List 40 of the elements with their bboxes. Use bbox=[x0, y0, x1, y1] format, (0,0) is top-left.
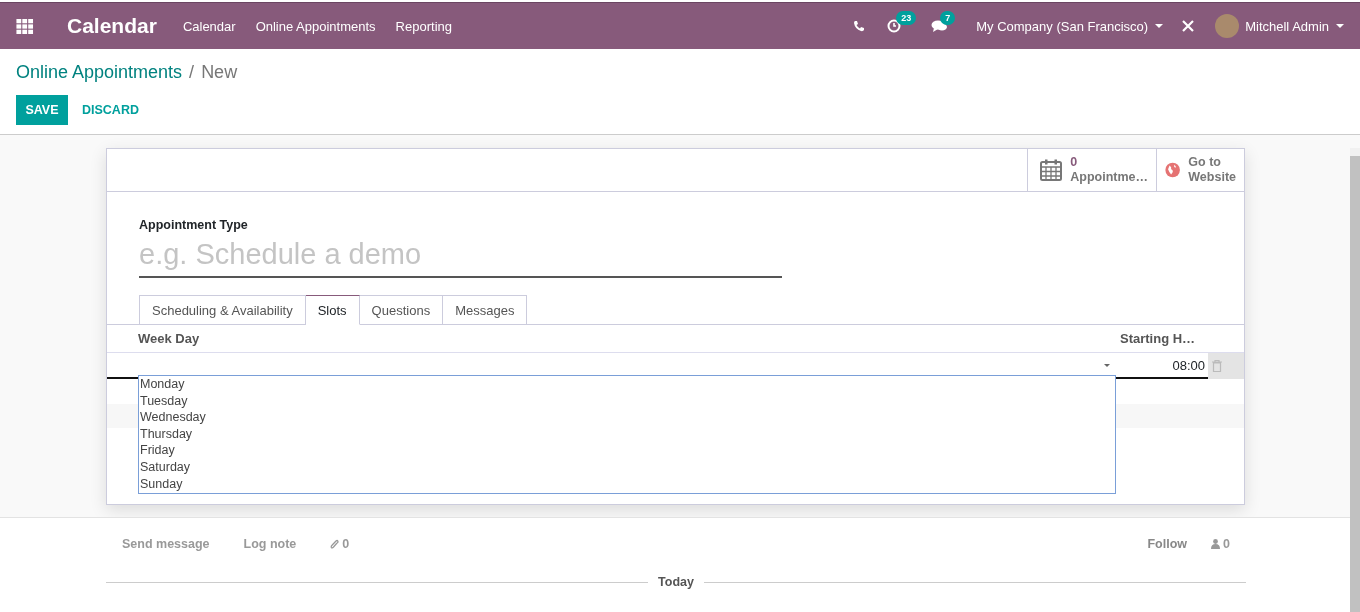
tab[interactable]: Messages bbox=[443, 295, 528, 325]
scrollbar[interactable] bbox=[1350, 148, 1360, 612]
dropdown-option[interactable]: Tuesday bbox=[139, 392, 1115, 410]
appointments-stat-button[interactable]: 0 Appointme… bbox=[1027, 149, 1156, 191]
paperclip-icon[interactable] bbox=[330, 538, 340, 550]
person-icon[interactable] bbox=[1211, 539, 1221, 549]
calendar-icon bbox=[1040, 159, 1063, 181]
column-header[interactable]: Week Day bbox=[107, 331, 1118, 346]
dropdown-option[interactable]: Saturday bbox=[139, 458, 1115, 476]
follow-link[interactable]: Follow bbox=[1147, 537, 1188, 551]
tab[interactable]: Scheduling & Availability bbox=[139, 295, 306, 325]
column-header[interactable]: Starting H… bbox=[1118, 331, 1212, 346]
breadcrumb-current: New bbox=[201, 62, 238, 83]
field-label: Appointment Type bbox=[139, 218, 249, 232]
menu-item[interactable]: Reporting bbox=[395, 18, 452, 34]
follower-count: 0 bbox=[1223, 537, 1230, 551]
attachment-count: 0 bbox=[342, 537, 350, 551]
globe-icon bbox=[1165, 160, 1181, 180]
tab[interactable]: Questions bbox=[359, 295, 444, 325]
app-title: Calendar bbox=[67, 14, 157, 38]
tab[interactable]: Slots bbox=[305, 295, 360, 325]
dropdown-option[interactable]: Friday bbox=[139, 442, 1115, 459]
date-separator: Today bbox=[658, 575, 694, 589]
company-switcher[interactable]: My Company (San Francisco) bbox=[976, 18, 1164, 34]
app-grid-icon[interactable] bbox=[16, 18, 34, 34]
dropdown-option[interactable]: Monday bbox=[139, 376, 1115, 393]
breadcrumb-separator: / bbox=[189, 62, 195, 83]
message-count-badge: 7 bbox=[940, 11, 956, 25]
menu-item[interactable]: Calendar bbox=[182, 18, 236, 34]
avatar-placeholder bbox=[1215, 14, 1240, 38]
clock-icon[interactable] bbox=[887, 19, 902, 33]
breadcrumb-link[interactable]: Online Appointments bbox=[16, 62, 183, 83]
dropdown-option[interactable]: Thursday bbox=[139, 425, 1115, 443]
menu-item[interactable]: Online Appointments bbox=[255, 18, 376, 34]
activity-count-badge: 23 bbox=[896, 11, 917, 25]
go-to-website-button[interactable]: Go to Website bbox=[1156, 149, 1244, 191]
phone-icon[interactable] bbox=[853, 20, 866, 32]
dropdown-option[interactable]: Wednesday bbox=[139, 409, 1115, 426]
user-menu[interactable]: Mitchell Admin bbox=[1215, 14, 1344, 38]
dropdown-option[interactable]: Sunday bbox=[139, 475, 1115, 493]
